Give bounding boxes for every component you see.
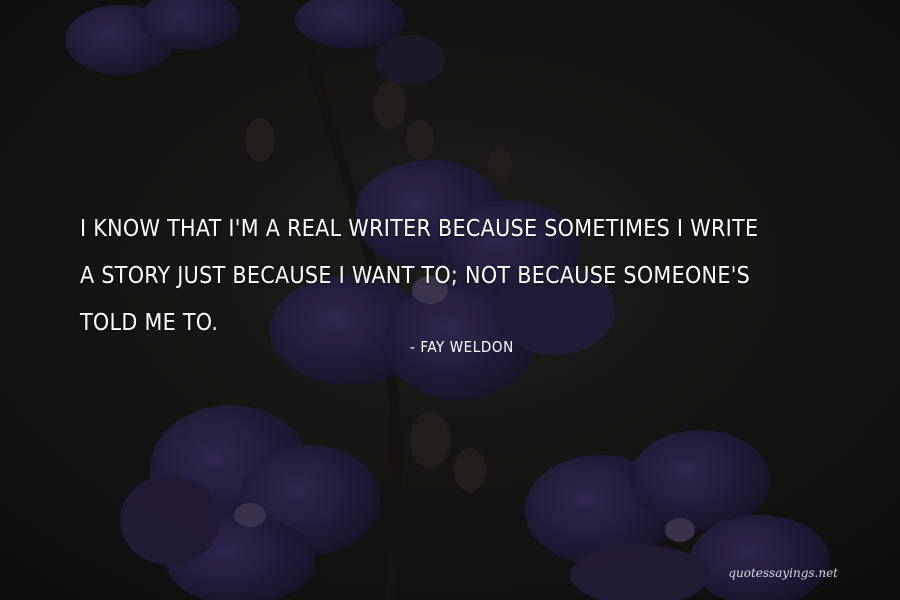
quote-text: I KNOW THAT I'M A REAL WRITER BECAUSE SO… bbox=[80, 206, 860, 347]
quote-author: - FAY WELDON bbox=[410, 338, 514, 356]
quote-line: A STORY JUST BECAUSE I WANT TO; NOT BECA… bbox=[80, 263, 751, 289]
site-watermark: quotessayings.net bbox=[728, 566, 838, 580]
quote-line: I KNOW THAT I'M A REAL WRITER BECAUSE SO… bbox=[80, 216, 759, 242]
